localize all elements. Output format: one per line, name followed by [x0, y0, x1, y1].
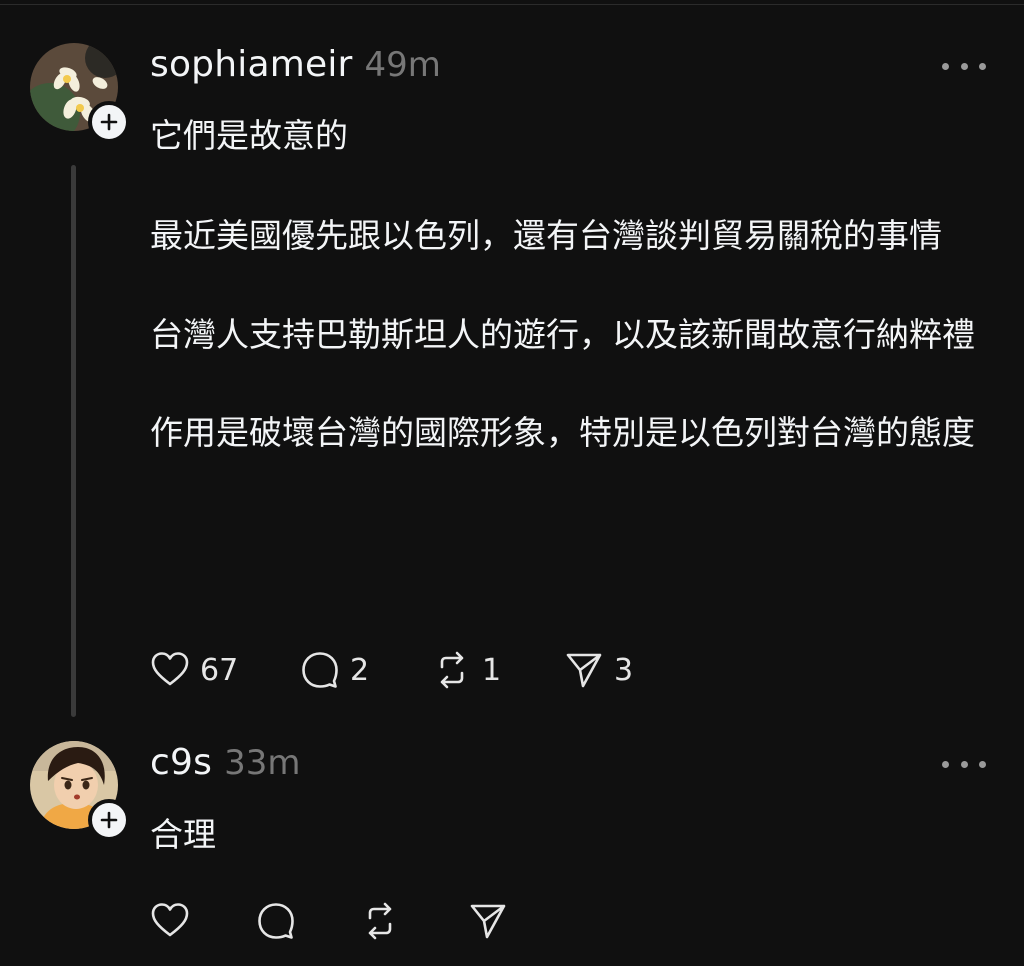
post-paragraph: 最近美國優先跟以色列，還有台灣談判貿易關稅的事情	[150, 216, 942, 255]
post-header: sophiameir 49m	[150, 44, 441, 85]
timestamp: 33m	[224, 743, 301, 783]
follow-button[interactable]	[88, 101, 130, 143]
more-dots-icon	[942, 62, 949, 70]
more-dots-icon	[960, 62, 968, 70]
repost-button[interactable]	[360, 901, 468, 941]
heart-icon	[151, 903, 189, 937]
more-dots-icon	[979, 760, 986, 768]
avatar-container[interactable]	[30, 741, 130, 841]
repost-icon	[440, 651, 464, 689]
action-bar	[150, 901, 528, 941]
share-button[interactable]: 3	[564, 650, 674, 690]
post-body: 合理	[150, 810, 1000, 860]
follow-button[interactable]	[88, 799, 130, 841]
thread-line	[71, 165, 76, 717]
post-paragraph: 作用是破壞台灣的國際形象，特別是以色列對台灣的態度	[150, 413, 975, 452]
username[interactable]: sophiameir	[150, 44, 353, 85]
comment-button[interactable]	[256, 901, 360, 941]
more-options-button[interactable]	[942, 51, 986, 81]
timestamp: 49m	[364, 45, 441, 85]
share-count: 3	[614, 652, 634, 688]
post-c9s: c9s 33m 合理	[0, 720, 1024, 966]
comment-bubble-icon	[302, 652, 338, 688]
comment-button[interactable]: 2	[300, 650, 432, 690]
more-dots-icon	[942, 760, 949, 768]
post-paragraph: 台灣人支持巴勒斯坦人的遊行，以及該新聞故意行納粹禮	[150, 315, 975, 354]
like-button[interactable]	[150, 901, 256, 941]
more-dots-icon	[979, 62, 986, 70]
share-button[interactable]	[468, 901, 528, 941]
plus-icon	[100, 811, 118, 829]
username[interactable]: c9s	[150, 742, 212, 783]
heart-icon	[151, 652, 189, 686]
comment-bubble-icon	[258, 903, 294, 939]
avatar-container[interactable]	[30, 43, 130, 143]
post-header: c9s 33m	[150, 742, 300, 783]
post-paragraph: 合理	[150, 815, 216, 854]
more-options-button[interactable]	[942, 749, 986, 779]
action-bar: 67 2 1 3	[150, 650, 674, 690]
like-count: 67	[200, 652, 239, 688]
post-sophiameir: sophiameir 49m 它們是故意的 最近美國優先跟以色列，還有台灣談判貿…	[0, 0, 1024, 720]
send-icon	[566, 653, 602, 688]
plus-icon	[100, 113, 118, 131]
send-icon	[470, 904, 506, 939]
like-button[interactable]: 67	[150, 650, 300, 690]
post-body: 它們是故意的 最近美國優先跟以色列，還有台灣談判貿易關稅的事情 台灣人支持巴勒斯…	[150, 111, 1000, 458]
post-paragraph: 它們是故意的	[150, 116, 348, 155]
repost-button[interactable]: 1	[432, 650, 564, 690]
more-dots-icon	[960, 760, 968, 768]
comment-count: 2	[350, 652, 370, 688]
repost-count: 1	[482, 652, 502, 688]
repost-icon	[368, 902, 392, 940]
